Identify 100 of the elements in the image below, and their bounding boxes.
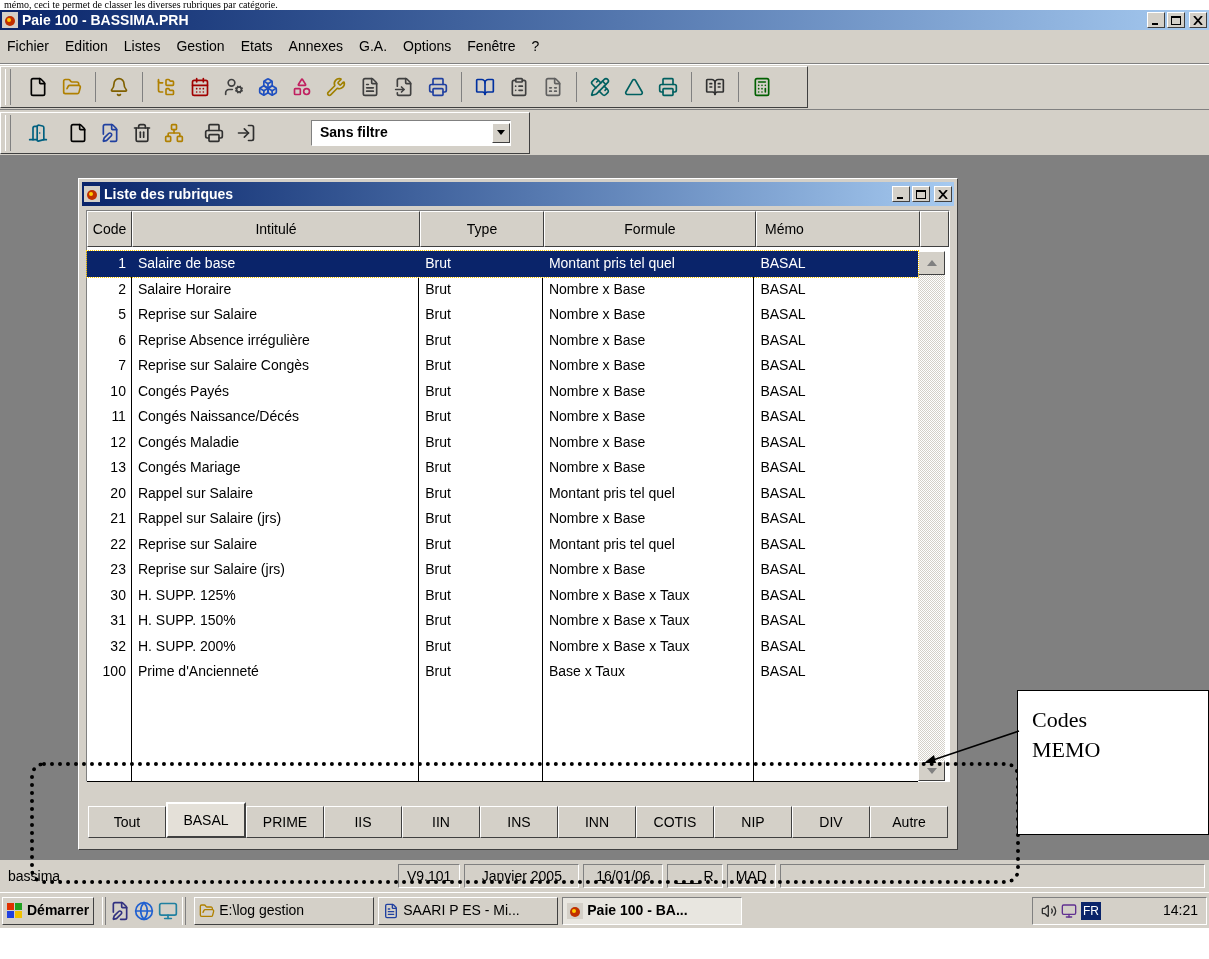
table-row[interactable]: 22 Reprise sur Salaire Brut Montant pris tel quel BASAL bbox=[87, 531, 918, 557]
table-row[interactable]: 2 Salaire Horaire Brut Nombre x Base BASAL bbox=[87, 276, 918, 302]
table-row[interactable]: 32 H. SUPP. 200% Brut Nombre x Base x Taux BASAL bbox=[87, 633, 918, 659]
table-row[interactable]: 1 Salaire de base Brut Montant pris tel quel BASAL bbox=[87, 251, 918, 277]
table-cell-text: Brut bbox=[424, 407, 452, 427]
table-row[interactable]: 23 Reprise sur Salaire (jrs) Brut Nombre x Base BASAL bbox=[87, 557, 918, 583]
menu-item[interactable]: Gestion bbox=[175, 36, 226, 57]
table-cell-text: Brut bbox=[424, 356, 452, 376]
table-cell-text: 7 bbox=[117, 356, 127, 376]
status-field: 16/01/06 bbox=[583, 864, 664, 888]
table-cell-text: Reprise Absence irrégulière bbox=[136, 330, 311, 350]
table-row[interactable]: 11 Congés Naissance/Décés Brut Nombre x Base BASAL bbox=[87, 404, 918, 430]
menu-item[interactable]: Listes bbox=[122, 36, 162, 57]
table-cell-text: BASAL bbox=[759, 330, 807, 350]
category-tab[interactable]: IIS bbox=[324, 806, 402, 838]
open-book-icon bbox=[705, 77, 725, 97]
table-row[interactable]: 100 Prime d'Ancienneté Brut Base x Taux BASAL bbox=[87, 659, 918, 685]
menu-item[interactable]: G.A. bbox=[358, 36, 389, 57]
close-button[interactable] bbox=[934, 186, 952, 202]
table-cell-text: Congés Mariage bbox=[136, 458, 242, 478]
menu-item[interactable]: Etats bbox=[239, 36, 274, 57]
document-icon bbox=[360, 77, 380, 97]
start-button[interactable]: Démarrer bbox=[2, 896, 95, 925]
close-icon bbox=[1193, 15, 1203, 25]
table-cell-text: Montant pris tel quel bbox=[547, 534, 676, 554]
table-row[interactable]: 13 Congés Mariage Brut Nombre x Base BASAL bbox=[87, 455, 918, 481]
table-row[interactable]: 30 H. SUPP. 125% Brut Nombre x Base x Taux BASAL bbox=[87, 582, 918, 608]
table-cell-text: BASAL bbox=[759, 254, 807, 274]
table-cell-text: Base x Taux bbox=[547, 662, 626, 682]
taskbar-task[interactable]: SAARI P ES - Mi... bbox=[378, 896, 559, 925]
filter-dropdown[interactable]: Sans filtre bbox=[311, 119, 511, 146]
table-cell-text: Congés Payés bbox=[136, 381, 230, 401]
callout-text: Codes MEMO bbox=[1032, 706, 1102, 764]
menu-item[interactable]: Options bbox=[402, 36, 453, 57]
table-row[interactable]: 10 Congés Payés Brut Nombre x Base BASAL bbox=[87, 378, 918, 404]
table-cell-text: Montant pris tel quel bbox=[547, 483, 676, 503]
door-icon bbox=[28, 122, 48, 143]
table-cell-text: 6 bbox=[117, 330, 127, 350]
category-tab[interactable]: COTIS bbox=[636, 806, 714, 838]
sheet-icon bbox=[543, 77, 563, 97]
table-cell-text: 22 bbox=[109, 534, 127, 554]
table-row[interactable]: 7 Reprise sur Salaire Congès Brut Nombre x Base BASAL bbox=[87, 353, 918, 379]
scrollbar[interactable] bbox=[918, 251, 945, 781]
menu-item[interactable]: Edition bbox=[64, 36, 109, 57]
table-row[interactable]: 31 H. SUPP. 150% Brut Nombre x Base x Taux BASAL bbox=[87, 608, 918, 634]
document-text: mémo, ceci te permet de classer les diverses rubriques par catégorie. bbox=[3, 0, 279, 10]
category-tab[interactable]: NIP bbox=[714, 806, 792, 838]
table-cell-text: Salaire de base bbox=[136, 254, 237, 274]
table-cell-text: 20 bbox=[109, 483, 127, 503]
browser-icon[interactable] bbox=[134, 900, 155, 921]
maximize-button[interactable] bbox=[1167, 12, 1185, 28]
desktop-icon[interactable] bbox=[158, 900, 179, 921]
table-row[interactable]: 6 Reprise Absence irrégulière Brut Nombre x Base BASAL bbox=[87, 327, 918, 353]
category-tab[interactable]: PRIME bbox=[246, 806, 324, 838]
category-tab[interactable]: Tout bbox=[88, 806, 166, 838]
column-header[interactable]: Formule bbox=[544, 211, 756, 247]
minimize-button[interactable] bbox=[892, 186, 910, 202]
column-header[interactable]: Intitulé bbox=[132, 211, 420, 247]
table-cell-text: 13 bbox=[109, 458, 127, 478]
menu-item[interactable]: ? bbox=[530, 36, 541, 57]
menu-item[interactable]: Fenêtre bbox=[466, 36, 517, 57]
document-icon bbox=[383, 902, 400, 919]
column-header[interactable]: Mémo bbox=[756, 211, 920, 247]
shapes-icon bbox=[292, 77, 312, 97]
table-cell-text: Nombre x Base bbox=[547, 432, 647, 452]
printer-icon bbox=[428, 77, 448, 97]
table-cell-text: Reprise sur Salaire (jrs) bbox=[136, 560, 286, 580]
column-header[interactable]: Type bbox=[420, 211, 544, 247]
app-icon bbox=[567, 902, 584, 919]
maximize-button[interactable] bbox=[912, 186, 930, 202]
table-cell-text: Nombre x Base bbox=[547, 458, 647, 478]
table-cell-text: Brut bbox=[424, 432, 452, 452]
category-tab[interactable]: BASAL bbox=[166, 802, 246, 838]
category-tab[interactable]: INN bbox=[558, 806, 636, 838]
category-tab[interactable]: Autre bbox=[870, 806, 948, 838]
table-row[interactable]: 20 Rappel sur Salaire Brut Montant pris tel quel BASAL bbox=[87, 480, 918, 506]
category-tab[interactable]: DIV bbox=[792, 806, 870, 838]
minimize-button[interactable] bbox=[1147, 12, 1165, 28]
table-cell-text: 12 bbox=[109, 432, 127, 452]
table-row[interactable]: 12 Congés Maladie Brut Nombre x Base BASAL bbox=[87, 429, 918, 455]
category-tab[interactable]: IIN bbox=[402, 806, 480, 838]
menu-item[interactable]: Annexes bbox=[287, 36, 345, 57]
table-cell-text: Montant pris tel quel bbox=[547, 254, 676, 274]
table-row[interactable]: 5 Reprise sur Salaire Brut Nombre x Base BASAL bbox=[87, 302, 918, 328]
taskbar-task[interactable]: E:\log gestion bbox=[194, 896, 375, 925]
quick-launch-document-icon[interactable] bbox=[110, 900, 131, 921]
language-indicator[interactable]: FR bbox=[1081, 901, 1101, 920]
table-row[interactable]: 21 Rappel sur Salaire (jrs) Brut Nombre x Base BASAL bbox=[87, 506, 918, 532]
calendar-icon bbox=[190, 77, 210, 97]
filter-value: Sans filtre bbox=[319, 123, 389, 142]
table-cell-text: Nombre x Base bbox=[547, 305, 647, 325]
table-cell-text: Reprise sur Salaire Congès bbox=[136, 356, 311, 376]
menu-item[interactable]: Fichier bbox=[6, 36, 50, 57]
table-cell-text: BASAL bbox=[759, 534, 807, 554]
column-header[interactable]: Code bbox=[87, 211, 132, 247]
close-button[interactable] bbox=[1189, 12, 1207, 28]
category-tab[interactable]: INS bbox=[480, 806, 558, 838]
taskbar-task[interactable]: Paie 100 - BA... bbox=[562, 896, 743, 925]
speaker-icon[interactable] bbox=[1041, 902, 1057, 919]
trash-icon bbox=[132, 122, 152, 143]
